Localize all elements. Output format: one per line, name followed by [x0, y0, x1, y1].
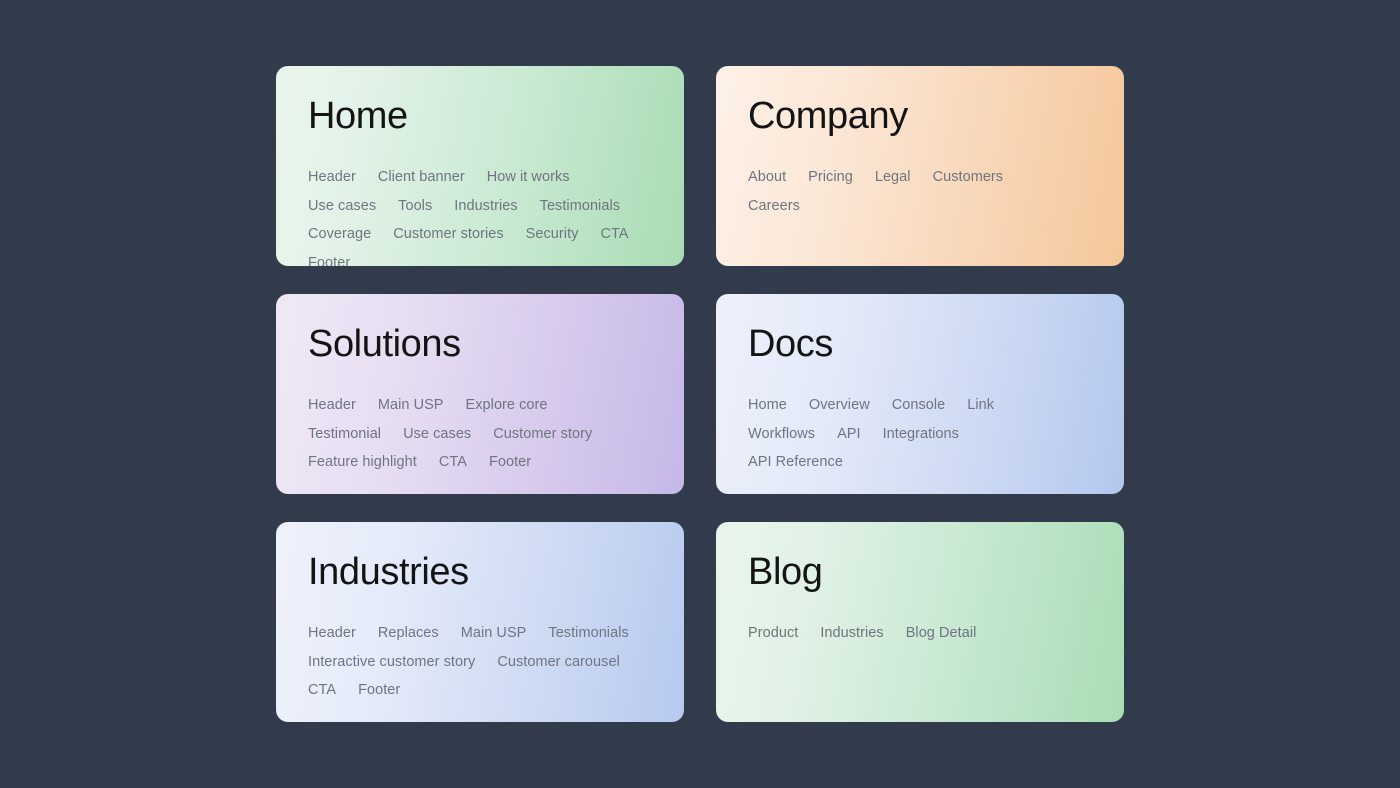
page-link[interactable]: API: [837, 420, 861, 449]
card-title-industries: Industries: [308, 551, 469, 593]
page-link[interactable]: Workflows: [748, 420, 815, 449]
page-link[interactable]: About: [748, 163, 786, 192]
sitemap-card-industries[interactable]: Industries Header Replaces Main USP Test…: [276, 522, 684, 722]
page-link[interactable]: Overview: [809, 391, 870, 420]
page-link[interactable]: Blog Detail: [906, 619, 977, 648]
card-link-list-docs: Home Overview Console Link Workflows API…: [748, 391, 1092, 477]
sitemap-card-solutions[interactable]: Solutions Header Main USP Explore core T…: [276, 294, 684, 494]
page-link[interactable]: API Reference: [748, 448, 843, 477]
page-link[interactable]: Product: [748, 619, 798, 648]
page-link[interactable]: Use cases: [308, 192, 376, 221]
page-link[interactable]: Tools: [398, 192, 432, 221]
page-link[interactable]: Header: [308, 163, 356, 192]
page-link[interactable]: Testimonial: [308, 420, 381, 449]
card-title-company: Company: [748, 95, 908, 137]
page-link[interactable]: Customer story: [493, 420, 592, 449]
sitemap-card-docs[interactable]: Docs Home Overview Console Link Workflow…: [716, 294, 1124, 494]
page-link[interactable]: Link: [967, 391, 994, 420]
page-link[interactable]: Home: [748, 391, 787, 420]
page-link[interactable]: Footer: [358, 676, 400, 705]
sitemap-card-home[interactable]: Home Header Client banner How it works U…: [276, 66, 684, 266]
card-link-list-home: Header Client banner How it works Use ca…: [308, 163, 652, 266]
card-link-list-solutions: Header Main USP Explore core Testimonial…: [308, 391, 652, 477]
page-link[interactable]: Console: [892, 391, 946, 420]
page-link[interactable]: CTA: [308, 676, 336, 705]
page-link[interactable]: Integrations: [883, 420, 959, 449]
page-link[interactable]: Legal: [875, 163, 911, 192]
page-link[interactable]: CTA: [600, 220, 628, 249]
page-link[interactable]: CTA: [439, 448, 467, 477]
card-title-blog: Blog: [748, 551, 823, 593]
page-link[interactable]: Interactive customer story: [308, 648, 475, 677]
page-link[interactable]: Customer carousel: [497, 648, 620, 677]
card-title-home: Home: [308, 95, 408, 137]
sitemap-card-company[interactable]: Company About Pricing Legal Customers Ca…: [716, 66, 1124, 266]
card-link-list-blog: Product Industries Blog Detail: [748, 619, 1092, 648]
page-link[interactable]: Pricing: [808, 163, 853, 192]
card-link-list-company: About Pricing Legal Customers Careers: [748, 163, 1092, 220]
page-link[interactable]: Footer: [308, 249, 350, 266]
card-link-list-industries: Header Replaces Main USP Testimonials In…: [308, 619, 652, 705]
page-link[interactable]: Testimonials: [548, 619, 628, 648]
page-link[interactable]: How it works: [487, 163, 570, 192]
page-link[interactable]: Client banner: [378, 163, 465, 192]
page-link[interactable]: Customer stories: [393, 220, 503, 249]
page-link[interactable]: Industries: [454, 192, 517, 221]
card-title-docs: Docs: [748, 323, 833, 365]
sitemap-card-blog[interactable]: Blog Product Industries Blog Detail: [716, 522, 1124, 722]
page-link[interactable]: Main USP: [461, 619, 527, 648]
page-link[interactable]: Careers: [748, 192, 800, 221]
page-link[interactable]: Explore core: [466, 391, 548, 420]
card-title-solutions: Solutions: [308, 323, 461, 365]
page-link[interactable]: Testimonials: [540, 192, 620, 221]
page-link[interactable]: Footer: [489, 448, 531, 477]
page-link[interactable]: Customers: [933, 163, 1004, 192]
sitemap-card-grid: Home Header Client banner How it works U…: [0, 0, 1400, 788]
page-link[interactable]: Header: [308, 619, 356, 648]
page-link[interactable]: Main USP: [378, 391, 444, 420]
page-link[interactable]: Header: [308, 391, 356, 420]
page-link[interactable]: Use cases: [403, 420, 471, 449]
page-link[interactable]: Industries: [820, 619, 883, 648]
page-link[interactable]: Replaces: [378, 619, 439, 648]
page-link[interactable]: Security: [526, 220, 579, 249]
page-link[interactable]: Feature highlight: [308, 448, 417, 477]
page-link[interactable]: Coverage: [308, 220, 371, 249]
